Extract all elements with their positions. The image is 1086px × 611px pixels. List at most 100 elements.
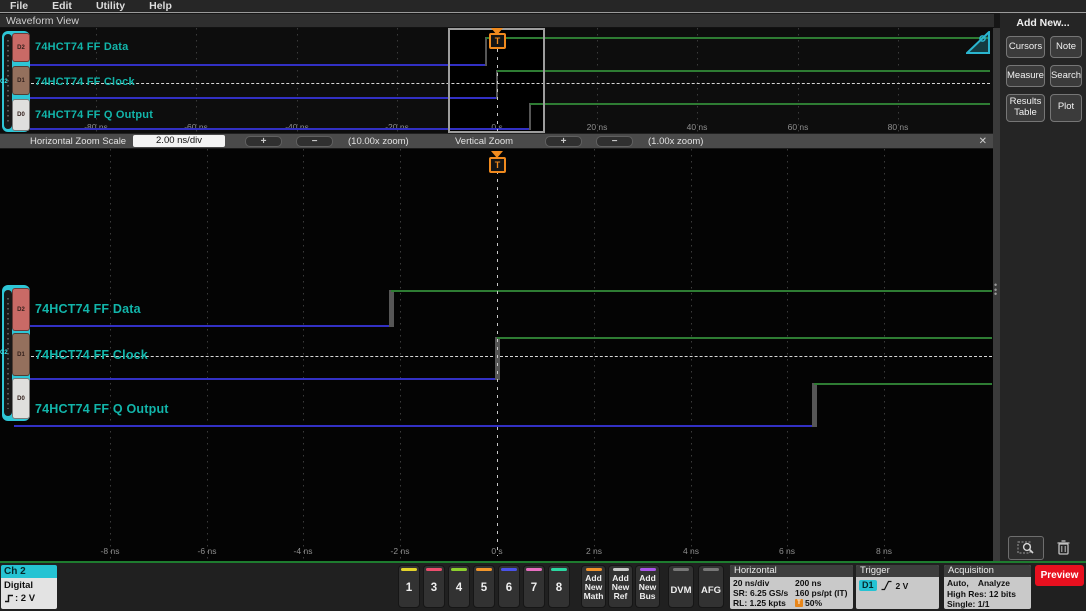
axis-tick-label: 20 ns bbox=[586, 122, 608, 132]
channel-button-8[interactable]: 8 bbox=[548, 565, 570, 608]
h-scale-value: 20 ns/div bbox=[733, 578, 770, 588]
threshold-icon bbox=[5, 594, 13, 603]
gridline bbox=[303, 149, 304, 561]
ch2-badge-body: Digital : 2 V bbox=[1, 578, 57, 609]
h-recordlength-value: RL: 1.25 kpts bbox=[733, 598, 786, 608]
trigger-badge[interactable]: Trigger D1 2 V bbox=[856, 565, 939, 609]
close-zoom-icon[interactable]: ✕ bbox=[979, 136, 987, 147]
gridline bbox=[898, 28, 899, 133]
axis-tick-label: 40 ns bbox=[686, 122, 708, 132]
dvm-button[interactable]: DVM bbox=[668, 565, 694, 608]
h-zoom-scale-label: Horizontal Zoom Scale bbox=[30, 136, 127, 147]
channel-number: 8 bbox=[555, 581, 563, 594]
d2-chip[interactable]: D2 bbox=[12, 288, 30, 331]
gridline bbox=[884, 149, 885, 561]
d2-low-segment bbox=[14, 325, 391, 327]
d0-high-segment bbox=[530, 103, 990, 105]
axis-tick-label: 80 ns bbox=[887, 122, 909, 132]
d2-signal-label: 74HCT74 FF Data bbox=[35, 41, 129, 53]
channel-stripe bbox=[501, 568, 517, 571]
button-stripe bbox=[703, 568, 719, 571]
add-new-sidebar: Add New... Cursors Note Measure Search Resul… bbox=[1000, 13, 1086, 561]
h-zoom-plus-button[interactable]: + bbox=[245, 136, 282, 147]
menu-edit[interactable]: Edit bbox=[52, 0, 72, 12]
zoomed-waveform-plot[interactable]: -8 ns -6 ns -4 ns -2 ns 0 s2 ns 4 ns 6 ns 8 ns C… bbox=[0, 149, 993, 561]
gridline bbox=[397, 28, 398, 133]
channel-button-3[interactable]: 3 bbox=[423, 565, 445, 608]
trigger-t-marker[interactable]: T bbox=[489, 157, 506, 173]
add-label: Add New Math bbox=[583, 572, 604, 602]
trash-button[interactable] bbox=[1052, 537, 1074, 558]
add-new-ref-button[interactable]: Add New Ref bbox=[608, 565, 633, 608]
d2-chip[interactable]: D2 bbox=[12, 33, 30, 62]
channel-button-1[interactable]: 1 bbox=[398, 565, 420, 608]
menu-help[interactable]: Help bbox=[149, 0, 172, 12]
horizontal-badge-title: Horizontal bbox=[730, 565, 853, 577]
d1-threshold-line bbox=[31, 356, 992, 357]
acq-single-value: Single: 1/1 bbox=[947, 599, 990, 609]
acquisition-badge-body: Auto, Analyze High Res: 12 bits Single: … bbox=[944, 577, 1031, 609]
d2-low-segment bbox=[30, 64, 486, 66]
add-new-search-button[interactable]: Search bbox=[1049, 65, 1083, 87]
magnifier-icon bbox=[1017, 541, 1034, 554]
d1-low-segment bbox=[30, 97, 497, 99]
trigger-t-marker[interactable]: T bbox=[489, 33, 506, 49]
d1-low-segment bbox=[14, 378, 497, 380]
d2-high-segment bbox=[391, 290, 992, 292]
channel-number: 3 bbox=[430, 581, 438, 594]
add-new-note-button[interactable]: Note bbox=[1049, 36, 1083, 58]
axis-tick-label: -8 ns bbox=[100, 546, 120, 556]
add-new-bus-button[interactable]: Add New Bus bbox=[635, 565, 660, 608]
h-zoom-scale-input[interactable]: 2.00 ns/div bbox=[133, 135, 225, 147]
v-zoom-minus-button[interactable]: − bbox=[596, 136, 633, 147]
rising-edge-icon bbox=[881, 580, 892, 591]
menu-bar: File Edit Utility Help bbox=[0, 0, 1086, 13]
axis-tick-label: 2 ns bbox=[585, 546, 603, 556]
waveform-view-tab[interactable]: Waveform View bbox=[0, 14, 994, 28]
overview-waveform-plot[interactable]: -80 ns -60 ns -40 ns -20 ns 0 s 20 ns 40 ns 60 … bbox=[0, 28, 993, 133]
d2-high-segment bbox=[486, 37, 990, 39]
channel-button-7[interactable]: 7 bbox=[523, 565, 545, 608]
channel-badge-ch2[interactable]: Ch 2 Digital : 2 V bbox=[1, 565, 57, 609]
d0-chip[interactable]: D0 bbox=[12, 378, 30, 419]
axis-tick-label: 4 ns bbox=[682, 546, 700, 556]
channel-button-6[interactable]: 6 bbox=[498, 565, 520, 608]
add-new-plot-button[interactable]: Plot bbox=[1049, 94, 1083, 122]
d1-chip[interactable]: D1 bbox=[12, 333, 30, 376]
axis-tick-label: -60 ns bbox=[184, 122, 208, 132]
splitter-grip-icon[interactable]: • • • bbox=[994, 281, 997, 299]
gridline bbox=[196, 28, 197, 133]
add-stripe bbox=[639, 568, 656, 571]
add-new-cursors-button[interactable]: Cursors bbox=[1006, 36, 1045, 58]
v-zoom-plus-button[interactable]: + bbox=[545, 136, 582, 147]
add-new-math-button[interactable]: Add New Math bbox=[581, 565, 606, 608]
d0-chip[interactable]: D0 bbox=[12, 99, 30, 131]
menu-file[interactable]: File bbox=[10, 0, 28, 12]
d1-high-segment bbox=[497, 337, 992, 339]
add-new-results-table-button[interactable]: Results Table bbox=[1006, 94, 1045, 122]
acquisition-badge[interactable]: Acquisition Auto, Analyze High Res: 12 b… bbox=[944, 565, 1031, 609]
v-zoom-factor: (1.00x zoom) bbox=[648, 136, 704, 147]
h-zoom-minus-button[interactable]: − bbox=[296, 136, 333, 147]
channel-button-5[interactable]: 5 bbox=[473, 565, 495, 608]
menu-utility[interactable]: Utility bbox=[96, 0, 125, 12]
d0-low-segment bbox=[14, 425, 814, 427]
axis-tick-label: -2 ns bbox=[390, 546, 410, 556]
channel-number: 6 bbox=[505, 581, 513, 594]
axis-tick-label: -6 ns bbox=[197, 546, 217, 556]
horizontal-badge[interactable]: Horizontal 20 ns/div 200 ns SR: 6.25 GS/… bbox=[730, 565, 853, 609]
d1-chip[interactable]: D1 bbox=[12, 66, 30, 95]
draw-box-zoom-icon[interactable] bbox=[964, 29, 990, 54]
afg-button[interactable]: AFG bbox=[698, 565, 724, 608]
d0-signal-label: 74HCT74 FF Q Output bbox=[35, 109, 154, 121]
h-zoom-factor: (10.00x zoom) bbox=[348, 136, 409, 147]
trigger-position-icon: T bbox=[795, 599, 803, 607]
h-window-value: 200 ns bbox=[795, 578, 822, 588]
box-zoom-button[interactable] bbox=[1008, 536, 1044, 560]
preview-button[interactable]: Preview bbox=[1035, 565, 1084, 586]
splitter-bar[interactable]: • • • bbox=[993, 28, 1000, 561]
channel-button-4[interactable]: 4 bbox=[448, 565, 470, 608]
ch2-type-label: Digital bbox=[4, 580, 34, 591]
add-new-measure-button[interactable]: Measure bbox=[1006, 65, 1045, 87]
h-samplerate-value: SR: 6.25 GS/s bbox=[733, 588, 789, 598]
